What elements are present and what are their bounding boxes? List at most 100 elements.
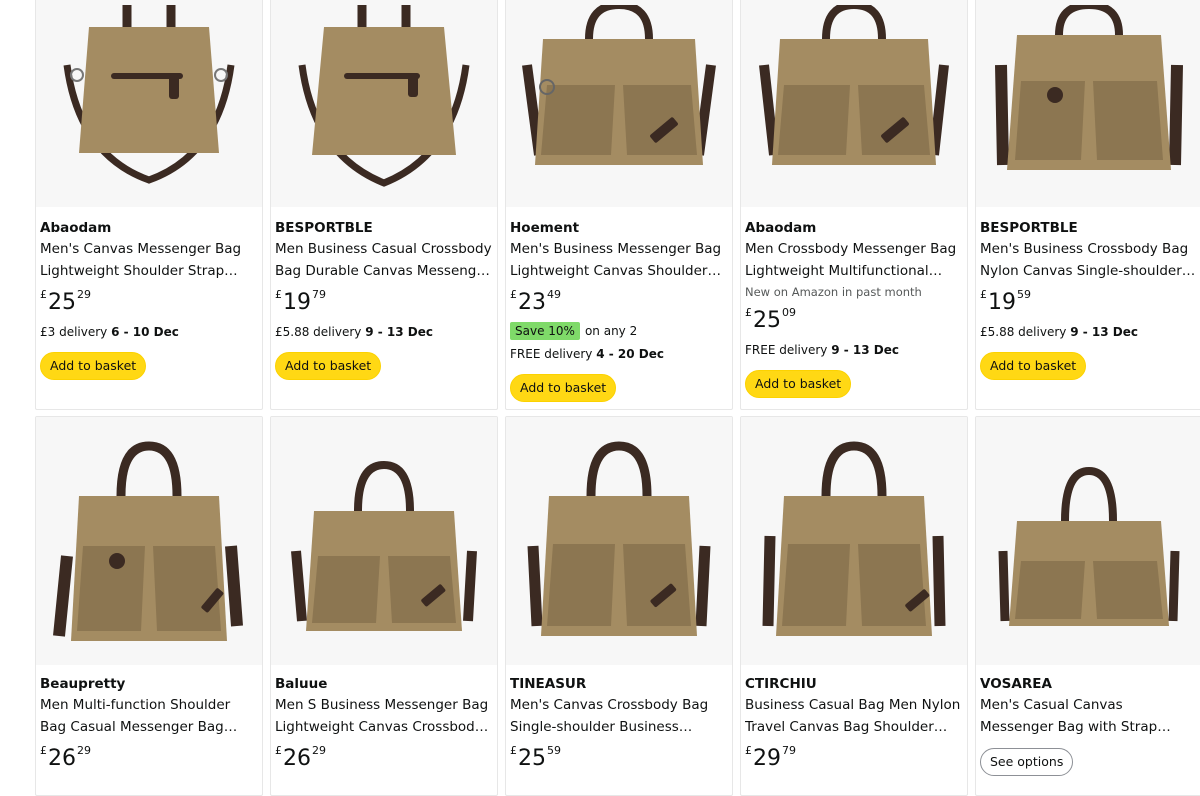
delivery-dates: 4 - 20 Dec <box>596 347 665 361</box>
product-title[interactable]: Men's Casual Canvas Messenger Bag with S… <box>980 695 1198 738</box>
price-currency: £ <box>510 288 517 301</box>
brand-name: TINEASUR <box>510 676 587 692</box>
price-fraction: 79 <box>312 288 326 301</box>
bag-pocket-icon <box>995 5 1183 170</box>
add-to-basket-button[interactable]: Add to basket <box>275 352 382 380</box>
product-image[interactable] <box>976 417 1200 665</box>
product-title[interactable]: Men Crossbody Messenger Bag Lightweight … <box>745 239 963 282</box>
save-badge[interactable]: Save 10% <box>510 322 580 340</box>
new-on-amazon-label: New on Amazon in past month <box>745 285 922 299</box>
price[interactable]: £2349 <box>510 288 728 318</box>
brand-name: BESPORTBLE <box>275 220 373 236</box>
product-title[interactable]: Men Multi-function Shoulder Bag Casual M… <box>40 695 258 738</box>
save-text: on any 2 <box>584 324 638 338</box>
brand-name: CTIRCHIU <box>745 676 817 692</box>
price-fraction: 59 <box>1017 288 1031 301</box>
delivery-info: FREE delivery 9 - 13 Dec <box>745 342 963 358</box>
price-currency: £ <box>275 744 282 757</box>
product-title[interactable]: Men's Canvas Crossbody Bag Single-should… <box>510 695 728 738</box>
price-currency: £ <box>40 288 47 301</box>
add-to-basket-button[interactable]: Add to basket <box>745 370 852 398</box>
product-image[interactable] <box>36 417 262 665</box>
price-currency: £ <box>745 744 752 757</box>
product-image[interactable] <box>271 0 497 207</box>
price[interactable]: £1979 <box>275 288 493 318</box>
price[interactable]: £1959 <box>980 288 1198 318</box>
product-title[interactable]: Men S Business Messenger Bag Lightweight… <box>275 695 493 738</box>
bag-pocket-icon <box>291 460 477 631</box>
delivery-info: £3 delivery 6 - 10 Dec <box>40 324 258 340</box>
price-currency: £ <box>510 744 517 757</box>
product-title[interactable]: Men's Business Messenger Bag Lightweight… <box>510 239 728 282</box>
add-to-basket-button[interactable]: Add to basket <box>980 352 1087 380</box>
product-image[interactable] <box>741 417 967 665</box>
brand-name: Beaupretty <box>40 676 126 692</box>
delivery-info: £5.88 delivery 9 - 13 Dec <box>980 324 1198 340</box>
price[interactable]: £2629 <box>275 744 493 774</box>
add-to-basket-button[interactable]: Add to basket <box>40 352 147 380</box>
add-to-basket-button[interactable]: Add to basket <box>510 374 617 402</box>
see-options-button[interactable]: See options <box>980 748 1074 776</box>
price-fraction: 29 <box>77 744 91 757</box>
price-currency: £ <box>980 288 987 301</box>
brand-name: Baluue <box>275 676 328 692</box>
product-card[interactable]: TINEASUR Men's Canvas Crossbody Bag Sing… <box>505 416 733 796</box>
bag-zip-icon <box>298 5 470 187</box>
price-whole: 26 <box>283 746 311 771</box>
brand-name: Hoement <box>510 220 580 236</box>
price-whole: 23 <box>518 290 546 315</box>
bag-pocket-icon <box>522 5 716 165</box>
price-fraction: 09 <box>782 306 796 319</box>
delivery-dates: 6 - 10 Dec <box>111 325 179 339</box>
price[interactable]: £2629 <box>40 744 258 774</box>
price-whole: 26 <box>48 746 76 771</box>
product-card[interactable]: Abaodam Men's Canvas Messenger Bag Light… <box>35 0 263 410</box>
product-card[interactable]: BESPORTBLE Men's Business Crossbody Bag … <box>975 0 1200 410</box>
product-image[interactable] <box>506 417 732 665</box>
bag-pocket-icon <box>53 441 243 641</box>
product-card[interactable]: CTIRCHIU Business Casual Bag Men Nylon T… <box>740 416 968 796</box>
price-currency: £ <box>40 744 47 757</box>
product-card[interactable]: Beaupretty Men Multi-function Shoulder B… <box>35 416 263 796</box>
product-grid: Abaodam Men's Canvas Messenger Bag Light… <box>35 0 1200 796</box>
product-card[interactable]: BESPORTBLE Men Business Casual Crossbody… <box>270 0 498 410</box>
deal-info: Save 10% on any 2 <box>510 322 728 340</box>
price[interactable]: £2979 <box>745 744 963 774</box>
bag-pocket-icon <box>998 466 1180 626</box>
bag-pocket-icon <box>527 441 711 636</box>
delivery-dates: 9 - 13 Dec <box>831 343 900 357</box>
product-image[interactable] <box>271 417 497 665</box>
delivery-dates: 9 - 13 Dec <box>365 325 433 339</box>
bag-pocket-icon <box>759 5 949 165</box>
delivery-info: FREE delivery 4 - 20 Dec <box>510 346 728 362</box>
price-fraction: 29 <box>77 288 91 301</box>
brand-name: VOSAREA <box>980 676 1052 692</box>
price-fraction: 49 <box>547 288 561 301</box>
price-currency: £ <box>745 306 752 319</box>
product-card[interactable]: Baluue Men S Business Messenger Bag Ligh… <box>270 416 498 796</box>
product-title[interactable]: Business Casual Bag Men Nylon Travel Can… <box>745 695 963 738</box>
product-image[interactable] <box>976 0 1200 207</box>
product-card[interactable]: Hoement Men's Business Messenger Bag Lig… <box>505 0 733 410</box>
bag-pocket-icon <box>762 441 946 636</box>
product-card[interactable]: Abaodam Men Crossbody Messenger Bag Ligh… <box>740 0 968 410</box>
price[interactable]: £2529 <box>40 288 258 318</box>
brand-name: Abaodam <box>40 220 112 236</box>
price-fraction: 59 <box>547 744 561 757</box>
price-currency: £ <box>275 288 282 301</box>
product-image[interactable] <box>741 0 967 207</box>
bag-zip-icon <box>63 5 235 184</box>
delivery-prefix: FREE delivery <box>510 347 593 361</box>
product-card[interactable]: VOSAREA Men's Casual Canvas Messenger Ba… <box>975 416 1200 796</box>
price-whole: 25 <box>753 308 781 333</box>
product-image[interactable] <box>36 0 262 207</box>
price[interactable]: £2559 <box>510 744 728 774</box>
brand-name: BESPORTBLE <box>980 220 1078 236</box>
delivery-prefix: £5.88 delivery <box>980 325 1067 339</box>
product-image[interactable] <box>506 0 732 207</box>
product-title[interactable]: Men Business Casual Crossbody Bag Durabl… <box>275 239 493 282</box>
product-title[interactable]: Men's Canvas Messenger Bag Lightweight S… <box>40 239 258 282</box>
price[interactable]: £2509 <box>745 306 963 336</box>
product-title[interactable]: Men's Business Crossbody Bag Nylon Canva… <box>980 239 1198 282</box>
delivery-prefix: FREE delivery <box>745 343 828 357</box>
